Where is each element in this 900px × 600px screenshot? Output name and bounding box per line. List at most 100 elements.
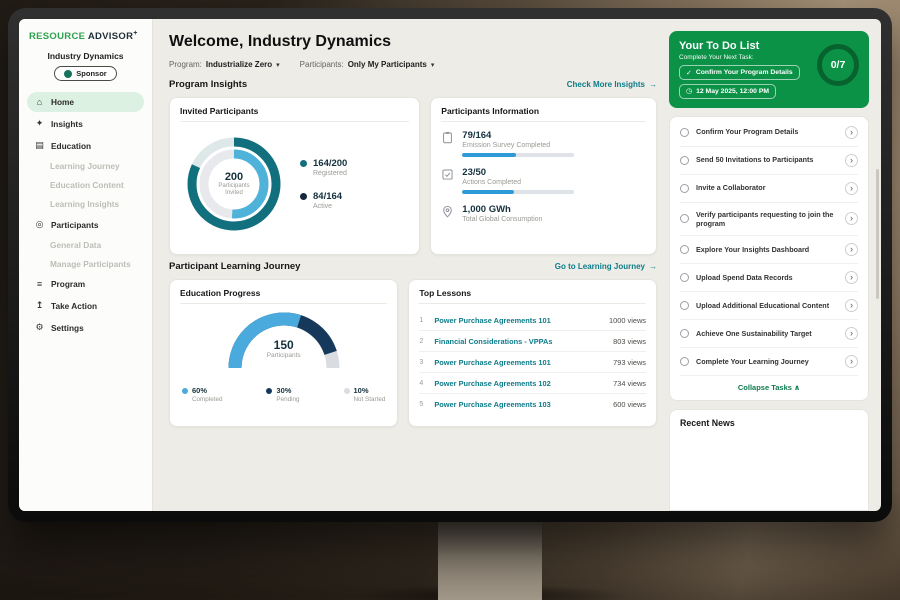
go-to-learning-journey-link[interactable]: Go to Learning Journey → [555,262,657,271]
task-label: Confirm Your Program Details [696,127,838,136]
sidebar-item-home[interactable]: ⌂ Home [27,92,144,112]
insights-cards-row: Invited Participants 200 [169,97,657,255]
sidebar-item-label: Manage Participants [50,259,131,269]
chevron-right-icon[interactable]: › [845,154,858,167]
lesson-link[interactable]: Power Purchase Agreements 103 [434,400,607,409]
task-row[interactable]: Send 50 Invitations to Participants › [680,147,858,175]
lesson-rank: 4 [419,380,428,387]
task-label: Upload Additional Educational Content [696,301,838,310]
sidebar-item-label: Learning Insights [50,199,119,209]
sidebar-item-manage-participants[interactable]: Manage Participants [27,255,144,273]
task-row[interactable]: Achieve One Sustainability Target › [680,320,858,348]
sidebar-item-label: Insights [51,119,83,129]
logo-plus: + [133,30,137,37]
task-row[interactable]: Explore Your Insights Dashboard › [680,236,858,264]
task-checkbox[interactable] [680,156,689,165]
chevron-up-icon: ∧ [794,383,800,392]
sidebar-item-label: Participants [51,220,99,230]
education-progress-card: Education Progress 150 Participants [169,279,398,427]
sidebar-item-label: Education Content [50,180,124,190]
card-title: Top Lessons [419,288,646,304]
lesson-link[interactable]: Financial Considerations - VPPAs [434,337,607,346]
task-label: Explore Your Insights Dashboard [696,245,838,254]
sidebar-item-learning-insights[interactable]: Learning Insights [27,195,144,213]
legend-value: 164/200 [313,158,347,169]
lesson-views: 793 views [613,358,646,367]
check-more-insights-link[interactable]: Check More Insights → [567,80,657,89]
sidebar-item-education-content[interactable]: Education Content [27,176,144,194]
education-icon: ▤ [34,140,45,151]
sidebar-item-participants[interactable]: ◎ Participants [27,214,144,235]
collapse-tasks-button[interactable]: Collapse Tasks ∧ [680,376,858,398]
legend-item-not-started: 10% Not Started [344,386,386,403]
lesson-rank: 2 [419,338,428,345]
lesson-link[interactable]: Power Purchase Agreements 101 [434,316,603,325]
sidebar-item-take-action[interactable]: ↥ Take Action [27,295,144,316]
chevron-right-icon[interactable]: › [845,212,858,225]
monitor-stand [438,520,542,600]
arrow-right-icon: → [649,80,657,89]
task-row[interactable]: Confirm Your Program Details › [680,119,858,147]
chevron-right-icon[interactable]: › [845,271,858,284]
chevron-right-icon[interactable]: › [845,355,858,368]
task-row[interactable]: Verify participants requesting to join t… [680,203,858,237]
sidebar-item-label: Settings [51,323,84,333]
task-checkbox[interactable] [680,245,689,254]
stat-value: 1,000 GWh [462,204,542,215]
sidebar-item-education[interactable]: ▤ Education [27,135,144,156]
task-row[interactable]: Invite a Collaborator › [680,175,858,203]
legend-value: 84/164 [313,191,342,202]
sidebar-item-learning-journey[interactable]: Learning Journey [27,157,144,175]
chevron-right-icon[interactable]: › [845,126,858,139]
top-lessons-card: Top Lessons 1 Power Purchase Agreements … [408,279,657,427]
task-label: Invite a Collaborator [696,183,838,192]
task-checkbox[interactable] [680,357,689,366]
lesson-row[interactable]: 5 Power Purchase Agreements 103 600 view… [419,394,646,414]
sponsor-badge[interactable]: Sponsor [54,66,116,81]
legend-dot [344,388,350,394]
sidebar-item-label: Take Action [51,301,97,311]
lesson-row[interactable]: 1 Power Purchase Agreements 101 1000 vie… [419,310,646,331]
stat-label: Total Global Consumption [462,216,542,223]
sidebar-nav: ⌂ Home ✦ Insights ▤ Education Learning J… [27,91,144,339]
participants-filter[interactable]: Participants: Only My Participants ▾ [300,60,435,69]
donut-center-caption: Participants Invited [212,183,256,198]
chevron-right-icon[interactable]: › [845,182,858,195]
sidebar-item-label: General Data [50,240,101,250]
photo-background: RESOURCE ADVISOR+ Industry Dynamics Spon… [0,0,900,600]
participants-information-card: Participants Information 79/164 Emission… [430,97,657,255]
program-filter[interactable]: Program: Industrialize Zero ▾ [169,60,280,69]
task-checkbox[interactable] [680,184,689,193]
sidebar-item-general-data[interactable]: General Data [27,236,144,254]
lesson-link[interactable]: Power Purchase Agreements 101 [434,358,607,367]
task-checkbox[interactable] [680,301,689,310]
gauge-center-caption: Participants [223,352,345,359]
donut-legend: 164/200 Registered 84/164 Active [300,158,347,210]
task-row[interactable]: Complete Your Learning Journey › [680,348,858,376]
lesson-row[interactable]: 3 Power Purchase Agreements 101 793 view… [419,352,646,373]
lesson-rank: 5 [419,401,428,408]
next-task-chip[interactable]: ✓ Confirm Your Program Details [679,65,800,80]
task-checkbox[interactable] [680,273,689,282]
monitor-bezel: RESOURCE ADVISOR+ Industry Dynamics Spon… [8,8,892,522]
sidebar-item-insights[interactable]: ✦ Insights [27,113,144,134]
lesson-link[interactable]: Power Purchase Agreements 102 [434,379,607,388]
home-icon: ⌂ [34,97,45,107]
task-checkbox[interactable] [680,128,689,137]
task-checkbox[interactable] [680,214,689,223]
chevron-right-icon[interactable]: › [845,327,858,340]
chevron-right-icon[interactable]: › [845,299,858,312]
chevron-right-icon[interactable]: › [845,243,858,256]
lesson-row[interactable]: 2 Financial Considerations - VPPAs 803 v… [419,331,646,352]
legend-label: Active [313,203,342,210]
lesson-rank: 1 [419,317,428,324]
task-checkbox[interactable] [680,329,689,338]
scrollbar[interactable] [876,169,879,299]
task-row[interactable]: Upload Spend Data Records › [680,264,858,292]
lesson-rank: 3 [419,359,428,366]
lesson-row[interactable]: 4 Power Purchase Agreements 102 734 view… [419,373,646,394]
task-row[interactable]: Upload Additional Educational Content › [680,292,858,320]
sidebar-item-settings[interactable]: ⚙ Settings [27,317,144,338]
sidebar-item-program[interactable]: ≡ Program [27,274,144,294]
learning-cards-row: Education Progress 150 Participants [169,279,657,427]
